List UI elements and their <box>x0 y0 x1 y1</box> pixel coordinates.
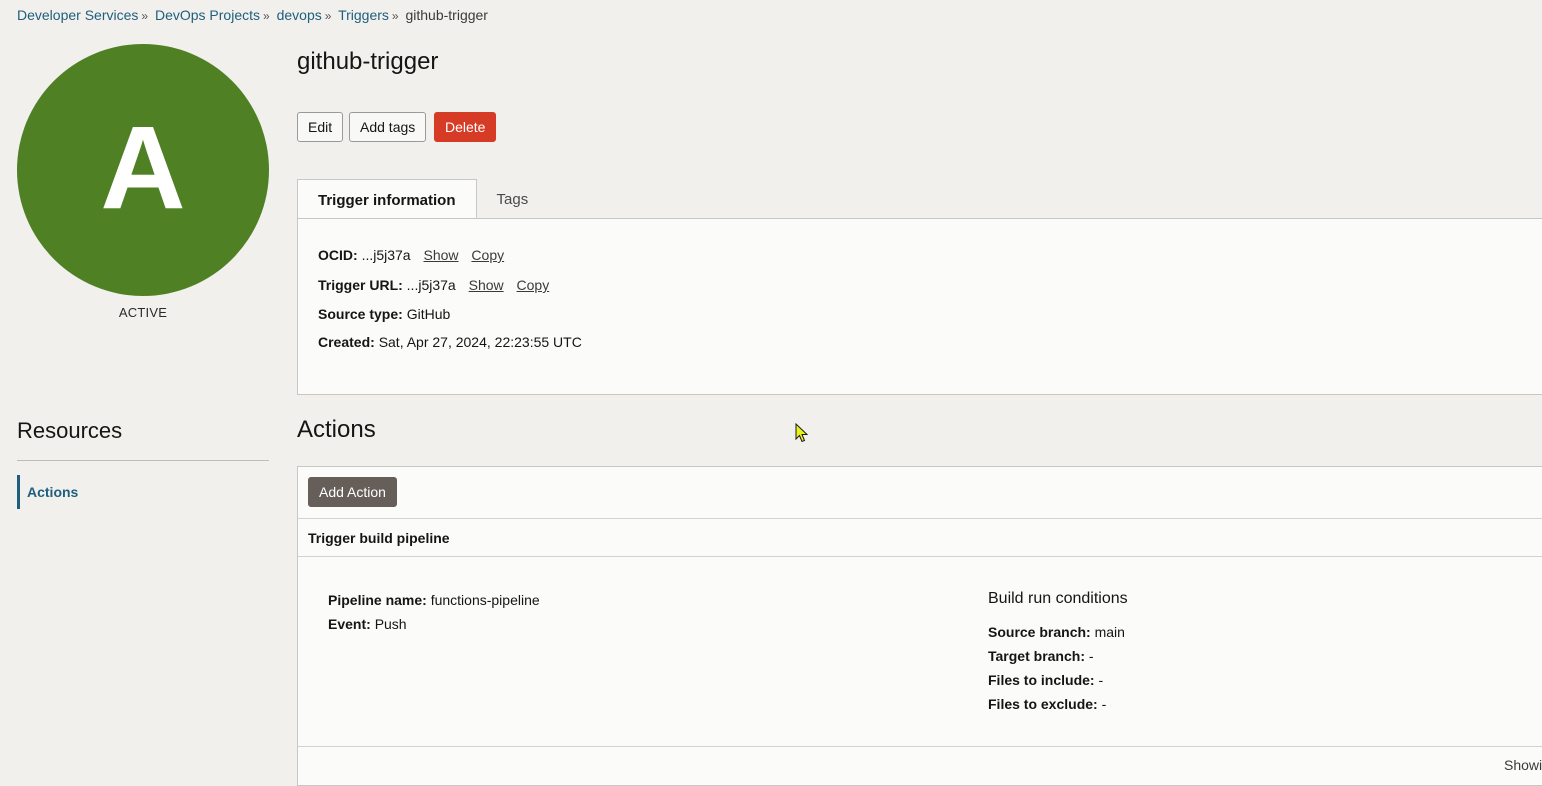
breadcrumb-separator: » <box>141 9 149 23</box>
source-type-label: Source type: <box>318 306 403 322</box>
breadcrumb-triggers[interactable]: Triggers <box>338 7 389 23</box>
tab-tags[interactable]: Tags <box>477 179 549 219</box>
event-value: Push <box>374 616 407 632</box>
breadcrumb-devops[interactable]: devops <box>277 7 322 23</box>
mouse-cursor-icon <box>795 423 809 443</box>
trigger-url-row: Trigger URL: ...j5j37a Show Copy <box>318 277 549 293</box>
breadcrumb-current: github-trigger <box>405 7 488 23</box>
actions-panel: Add Action Trigger build pipeline Pipeli… <box>297 466 1542 786</box>
ocid-copy-link[interactable]: Copy <box>471 247 504 263</box>
details-tabs: Trigger information Tags <box>297 179 549 220</box>
actions-footer-divider <box>298 746 1542 747</box>
edit-button[interactable]: Edit <box>297 112 344 142</box>
actions-heading: Actions <box>297 416 376 443</box>
breadcrumb-devops-projects[interactable]: DevOps Projects <box>155 7 260 23</box>
avatar-letter: A <box>100 102 186 234</box>
files-to-include-value: - <box>1098 672 1104 688</box>
build-run-conditions-heading: Build run conditions <box>988 590 1128 607</box>
created-row: Created: Sat, Apr 27, 2024, 22:23:55 UTC <box>318 334 582 350</box>
target-branch-row: Target branch: - <box>988 648 1094 664</box>
page-title: github-trigger <box>297 48 439 75</box>
event-row: Event: Push <box>328 616 407 632</box>
event-label: Event: <box>328 616 371 632</box>
breadcrumb-developer-services[interactable]: Developer Services <box>17 7 138 23</box>
source-type-value: GitHub <box>406 306 451 322</box>
pipeline-name-row: Pipeline name: functions-pipeline <box>328 592 540 608</box>
trigger-url-show-link[interactable]: Show <box>469 277 504 293</box>
files-to-exclude-row: Files to exclude: - <box>988 696 1106 712</box>
target-branch-label: Target branch: <box>988 648 1085 664</box>
status-label: ACTIVE <box>118 305 168 320</box>
add-action-button[interactable]: Add Action <box>308 477 397 507</box>
source-branch-row: Source branch: main <box>988 624 1125 640</box>
source-branch-label: Source branch: <box>988 624 1091 640</box>
files-to-include-label: Files to include: <box>988 672 1095 688</box>
files-to-include-row: Files to include: - <box>988 672 1103 688</box>
pagination-status: Showi <box>1504 757 1542 773</box>
files-to-exclude-value: - <box>1101 696 1107 712</box>
source-branch-value: main <box>1094 624 1125 640</box>
tab-trigger-information[interactable]: Trigger information <box>297 179 477 220</box>
ocid-value: ...j5j37a <box>361 247 411 263</box>
resources-divider <box>17 460 269 461</box>
ocid-row: OCID: ...j5j37a Show Copy <box>318 247 504 263</box>
target-branch-value: - <box>1088 648 1094 664</box>
resources-item-actions[interactable]: Actions <box>17 475 78 509</box>
breadcrumb-separator: » <box>391 9 399 23</box>
breadcrumb-separator: » <box>324 9 332 23</box>
delete-button[interactable]: Delete <box>434 112 497 142</box>
files-to-exclude-label: Files to exclude: <box>988 696 1098 712</box>
resources-heading: Resources <box>17 418 123 443</box>
trigger-information-panel: OCID: ...j5j37a Show Copy Trigger URL: .… <box>297 218 1542 395</box>
pipeline-name-value: functions-pipeline <box>430 592 540 608</box>
trigger-url-value: ...j5j37a <box>406 277 456 293</box>
created-label: Created: <box>318 334 375 350</box>
ocid-label: OCID: <box>318 247 358 263</box>
breadcrumb: Developer Services» DevOps Projects» dev… <box>17 7 488 23</box>
trigger-url-label: Trigger URL: <box>318 277 403 293</box>
action-item-title: Trigger build pipeline <box>298 518 1542 557</box>
ocid-show-link[interactable]: Show <box>424 247 459 263</box>
resource-avatar: A <box>17 44 269 296</box>
pipeline-name-label: Pipeline name: <box>328 592 427 608</box>
source-type-row: Source type: GitHub <box>318 306 450 322</box>
trigger-url-copy-link[interactable]: Copy <box>517 277 550 293</box>
add-tags-button[interactable]: Add tags <box>349 112 427 142</box>
created-value: Sat, Apr 27, 2024, 22:23:55 UTC <box>378 334 582 350</box>
breadcrumb-separator: » <box>263 9 270 23</box>
